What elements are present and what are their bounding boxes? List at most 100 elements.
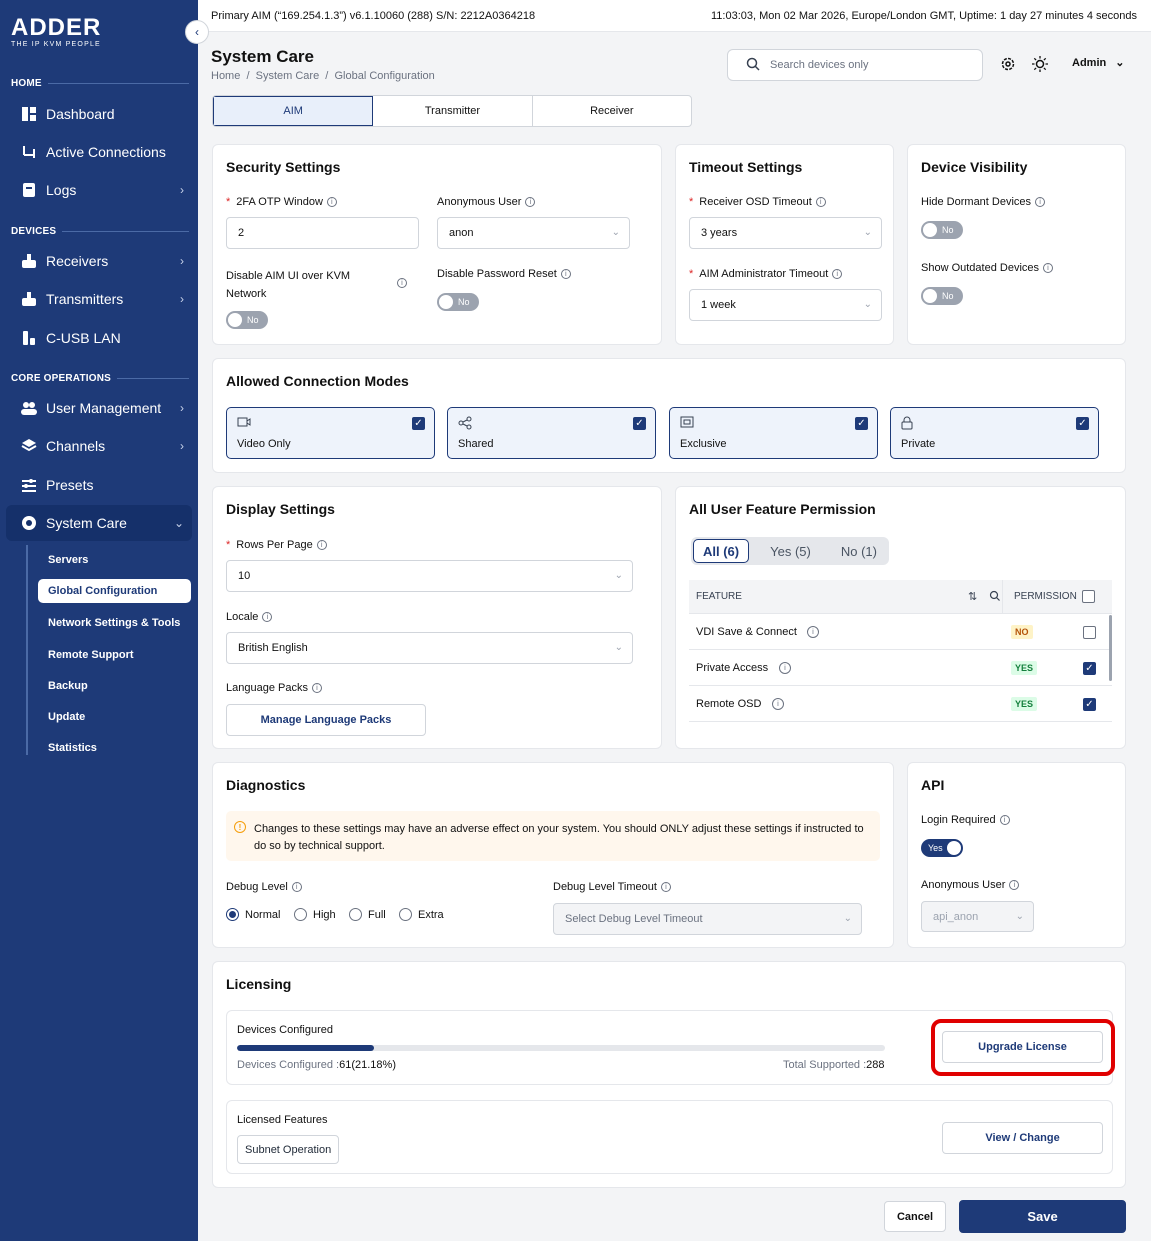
permission-checkbox[interactable] bbox=[1083, 626, 1096, 639]
debug-timeout-select[interactable]: Select Debug Level Timeout ⌄ bbox=[553, 903, 862, 935]
mode-checkbox[interactable]: ✓ bbox=[412, 417, 425, 430]
share-icon bbox=[458, 416, 472, 433]
login-required-toggle[interactable]: Yes bbox=[921, 839, 963, 857]
info-icon: i bbox=[779, 661, 791, 674]
sidebar-item-channels[interactable]: Channels › bbox=[6, 428, 192, 464]
card-title: Display Settings bbox=[226, 501, 335, 517]
anonymous-user-label: Anonymous User i bbox=[437, 196, 536, 208]
device-info: Primary AIM (“169.254.1.3”) v6.1.10060 (… bbox=[211, 9, 536, 22]
mode-checkbox[interactable]: ✓ bbox=[855, 417, 868, 430]
logo-wordmark: ADDER bbox=[11, 14, 102, 41]
chevron-down-icon: ⌄ bbox=[843, 913, 852, 924]
permission-filter: All (6) Yes (5) No (1) bbox=[691, 537, 889, 565]
sidebar-item-cusb-lan[interactable]: C-USB LAN bbox=[6, 320, 192, 356]
language-packs-label: Language Packs i bbox=[226, 682, 322, 694]
sidebar: ADDER THE IP KVM PEOPLE HOME Dashboard A… bbox=[0, 0, 198, 1241]
hide-dormant-toggle[interactable]: No bbox=[921, 221, 963, 239]
permission-checkbox[interactable]: ✓ bbox=[1083, 662, 1096, 675]
sidebar-item-system-care[interactable]: System Care ⌄ bbox=[6, 505, 192, 541]
user-name: Admin bbox=[1072, 57, 1107, 69]
sidebar-item-transmitters[interactable]: Transmitters › bbox=[6, 281, 192, 317]
show-outdated-toggle[interactable]: No bbox=[921, 287, 963, 305]
video-icon bbox=[237, 416, 251, 431]
sidebar-item-dashboard[interactable]: Dashboard bbox=[6, 96, 192, 132]
sidebar-subitem-update[interactable]: Update bbox=[38, 705, 191, 729]
mode-video-only[interactable]: ✓ Video Only bbox=[226, 407, 435, 459]
sidebar-item-logs[interactable]: Logs › bbox=[6, 172, 192, 208]
chevron-right-icon: › bbox=[180, 254, 184, 268]
search-icon bbox=[746, 57, 760, 74]
chevron-right-icon: › bbox=[180, 183, 184, 197]
admin-timeout-select[interactable]: 1 week ⌄ bbox=[689, 289, 882, 321]
tab-aim[interactable]: AIM bbox=[213, 96, 374, 126]
debug-level-extra[interactable]: Extra bbox=[399, 908, 444, 921]
sidebar-item-receivers[interactable]: Receivers › bbox=[6, 243, 192, 279]
disable-password-reset-toggle[interactable]: No bbox=[437, 293, 479, 311]
permission-checkbox[interactable]: ✓ bbox=[1083, 698, 1096, 711]
locale-select[interactable]: British English ⌄ bbox=[226, 632, 633, 664]
info-icon: i bbox=[660, 882, 671, 892]
sidebar-item-active-connections[interactable]: Active Connections bbox=[6, 134, 192, 170]
filter-no[interactable]: No (1) bbox=[832, 539, 886, 563]
filter-yes[interactable]: Yes (5) bbox=[761, 539, 820, 563]
licensed-features-panel: Licensed Features Subnet Operation View … bbox=[226, 1100, 1113, 1174]
view-change-button[interactable]: View / Change bbox=[942, 1122, 1103, 1154]
tab-transmitter[interactable]: Transmitter bbox=[373, 96, 533, 126]
mode-private[interactable]: ✓ Private bbox=[890, 407, 1099, 459]
chevron-left-icon: ‹ bbox=[195, 25, 199, 39]
user-menu[interactable]: Admin ⌄ bbox=[1072, 56, 1125, 69]
api-anonymous-user-select[interactable]: api_anon ⌄ bbox=[921, 901, 1034, 932]
upgrade-license-button[interactable]: Upgrade License bbox=[942, 1031, 1103, 1063]
debug-level-normal[interactable]: Normal bbox=[226, 908, 280, 921]
sort-icon[interactable]: ⇅ bbox=[968, 590, 977, 603]
mode-checkbox[interactable]: ✓ bbox=[633, 417, 646, 430]
total-supported: Total Supported :288 bbox=[783, 1059, 885, 1071]
mode-checkbox[interactable]: ✓ bbox=[1076, 417, 1089, 430]
debug-timeout-label: Debug Level Timeout i bbox=[553, 881, 671, 893]
hide-dormant-label: Hide Dormant Devices i bbox=[921, 196, 1046, 208]
sidebar-subitem-network-settings[interactable]: Network Settings & Tools bbox=[38, 611, 191, 635]
search-placeholder: Search devices only bbox=[770, 59, 869, 71]
sidebar-item-presets[interactable]: Presets bbox=[6, 467, 192, 503]
select-all-checkbox[interactable]: − bbox=[1082, 590, 1095, 603]
cancel-button[interactable]: Cancel bbox=[884, 1201, 946, 1232]
mode-shared[interactable]: ✓ Shared bbox=[447, 407, 656, 459]
sidebar-subitem-servers[interactable]: Servers bbox=[38, 548, 191, 572]
sidebar-subitem-backup[interactable]: Backup bbox=[38, 674, 191, 698]
card-title: Security Settings bbox=[226, 159, 341, 175]
tab-receiver[interactable]: Receiver bbox=[533, 96, 691, 126]
sidebar-subitem-remote-support[interactable]: Remote Support bbox=[38, 643, 191, 667]
info-icon: i bbox=[815, 197, 826, 207]
disable-password-reset-label: Disable Password Reset i bbox=[437, 268, 571, 280]
info-icon: i bbox=[999, 815, 1010, 825]
search-icon[interactable] bbox=[989, 590, 1000, 604]
anonymous-user-select[interactable]: anon ⌄ bbox=[437, 217, 630, 249]
debug-level-label: Debug Level i bbox=[226, 881, 302, 893]
save-button[interactable]: Save bbox=[959, 1200, 1126, 1233]
debug-level-full[interactable]: Full bbox=[349, 908, 386, 921]
api-card: API Login Required i Yes Anonymous User i … bbox=[907, 762, 1126, 948]
collapse-sidebar-button[interactable]: ‹ bbox=[185, 20, 209, 44]
otp-window-input[interactable]: 2 bbox=[226, 217, 419, 249]
otp-window-label: * 2FA OTP Window i bbox=[226, 196, 337, 208]
timeout-settings-card: Timeout Settings * Receiver OSD Timeout i … bbox=[675, 144, 894, 345]
chevron-down-icon: ⌄ bbox=[173, 516, 184, 530]
security-settings-card: Security Settings * 2FA OTP Window i 2 Ano… bbox=[212, 144, 662, 345]
card-title: Device Visibility bbox=[921, 159, 1028, 175]
mode-exclusive[interactable]: ✓ Exclusive bbox=[669, 407, 878, 459]
connection-modes-card: Allowed Connection Modes ✓ Video Only ✓ … bbox=[212, 358, 1126, 473]
theme-sun-icon[interactable] bbox=[1031, 55, 1049, 73]
filter-all[interactable]: All (6) bbox=[693, 539, 750, 563]
debug-level-high[interactable]: High bbox=[294, 908, 336, 921]
table-scrollbar[interactable] bbox=[1109, 615, 1112, 681]
gear-icon[interactable] bbox=[999, 55, 1017, 73]
manage-language-packs-button[interactable]: Manage Language Packs bbox=[226, 704, 426, 736]
sidebar-item-user-management[interactable]: User Management › bbox=[6, 390, 192, 426]
breadcrumb[interactable]: Home / System Care / Global Configuratio… bbox=[211, 70, 435, 82]
disable-ui-toggle[interactable]: No bbox=[226, 311, 268, 329]
search-input[interactable]: Search devices only bbox=[727, 49, 983, 81]
osd-timeout-select[interactable]: 3 years ⌄ bbox=[689, 217, 882, 249]
rows-per-page-select[interactable]: 10 ⌄ bbox=[226, 560, 633, 592]
sidebar-subitem-global-configuration[interactable]: Global Configuration bbox=[38, 579, 191, 603]
sidebar-subitem-statistics[interactable]: Statistics bbox=[38, 736, 191, 760]
